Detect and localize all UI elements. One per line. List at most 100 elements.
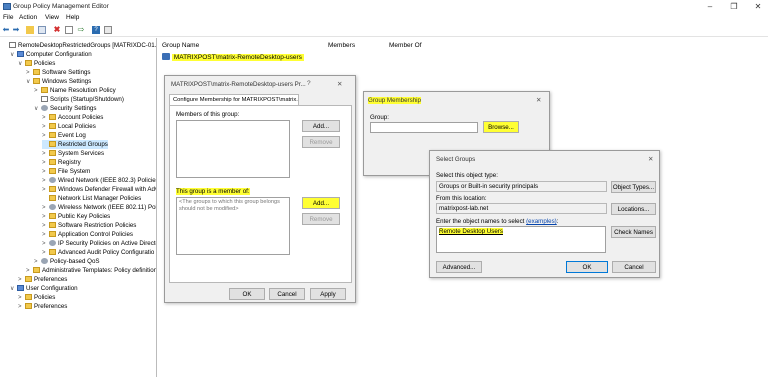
tree-item[interactable]: > Name Resolution Policy (34, 86, 116, 95)
menu-bar: File Action View Help (0, 13, 768, 23)
group-label: Group: (370, 114, 389, 121)
tree-item-label: Local Policies (58, 123, 96, 130)
tree-item[interactable]: > IP Security Policies on Active Directo (42, 239, 156, 248)
help-icon[interactable]: ? (92, 26, 100, 34)
export-list-icon[interactable]: ⇨ (77, 26, 85, 34)
tree-item[interactable]: > Registry (42, 158, 81, 167)
column-member-of[interactable]: Member Of (389, 42, 422, 49)
check-names-button[interactable]: Check Names (611, 226, 656, 238)
menu-action[interactable]: Action (19, 14, 37, 21)
tree-item-label: Software Settings (42, 69, 91, 76)
tree-item[interactable]: > Advanced Audit Policy Configuratio (42, 248, 154, 257)
forward-icon[interactable]: ➡ (12, 26, 20, 34)
tree-item[interactable]: > Wired Network (IEEE 802.3) Policies (42, 176, 157, 185)
view-icon[interactable] (104, 26, 112, 34)
tree-item[interactable]: > Event Log (42, 131, 86, 140)
tree-item-label: Public Key Policies (58, 213, 111, 220)
remove-member-of-button[interactable]: Remove (302, 213, 340, 225)
tree-item-label: Administrative Templates: Policy definit… (42, 267, 157, 274)
collapse-icon[interactable]: ∨ (34, 105, 41, 114)
advanced-button[interactable]: Advanced... (436, 261, 482, 273)
tree-item[interactable]: > Preferences (18, 302, 67, 311)
tree-item[interactable]: > Public Key Policies (42, 212, 110, 221)
tree-item[interactable]: > Software Restriction Policies (42, 221, 136, 230)
tree-item[interactable]: > Wireless Network (IEEE 802.11) Polic (42, 203, 156, 212)
collapse-icon[interactable]: ∨ (10, 51, 17, 60)
member-of-list[interactable]: <The groups to which this group belongs … (176, 197, 290, 255)
tree-item-label: Windows Settings (42, 78, 92, 85)
column-members[interactable]: Members (328, 42, 355, 49)
ok-button[interactable]: OK (229, 288, 265, 300)
members-list[interactable] (176, 120, 290, 178)
collapse-icon[interactable]: ∨ (26, 78, 33, 87)
collapse-icon[interactable]: ∨ (10, 285, 17, 294)
tree-item[interactable]: Restricted Groups (42, 140, 108, 149)
close-window-icon[interactable]: ✕ (752, 2, 764, 11)
locations-button[interactable]: Locations... (611, 203, 656, 215)
up-folder-icon[interactable] (26, 26, 34, 34)
remove-member-button[interactable]: Remove (302, 136, 340, 148)
object-types-button[interactable]: Object Types... (611, 181, 656, 193)
folder-icon (49, 141, 56, 147)
back-icon[interactable]: ⬅ (2, 26, 10, 34)
browse-button[interactable]: Browse... (483, 121, 519, 133)
collapse-icon[interactable]: ∨ (18, 60, 25, 69)
tree-item[interactable]: > Policies (18, 293, 55, 302)
menu-help[interactable]: Help (66, 14, 79, 21)
properties-icon[interactable] (65, 26, 73, 34)
group-name: MATRIXPOST\matrix-RemoteDesktop-users (171, 54, 304, 61)
close-icon[interactable]: ✕ (337, 80, 342, 88)
object-type-value: Groups or Built-in security principals (436, 181, 607, 192)
cancel-button[interactable]: Cancel (612, 261, 656, 273)
tree-item[interactable]: RemoteDesktopRestrictedGroups [MATRIXDC-… (2, 41, 156, 50)
tree-item[interactable]: > Account Policies (42, 113, 103, 122)
delete-icon[interactable]: ✖ (53, 26, 61, 34)
tree-item-label: Security Settings (50, 105, 97, 112)
tree-item[interactable]: ∨ User Configuration (10, 284, 78, 293)
tree-item[interactable]: > Windows Defender Firewall with Adv (42, 185, 156, 194)
tree-item[interactable]: > Preferences (18, 275, 67, 284)
tree-item[interactable]: > Application Control Policies (42, 230, 133, 239)
tree-item-label: Policies (34, 60, 56, 67)
group-input[interactable] (370, 122, 478, 133)
tree-item[interactable]: > Software Settings (26, 68, 91, 77)
examples-link[interactable]: (examples) (526, 218, 557, 225)
tree-item[interactable]: ∨ Windows Settings (26, 77, 91, 86)
tree-item[interactable]: > System Services (42, 149, 104, 158)
add-member-of-button[interactable]: Add... (302, 197, 340, 209)
tree-item-label: Preferences (34, 276, 68, 283)
computer-icon (17, 285, 24, 291)
tree-item[interactable]: ∨ Computer Configuration (10, 50, 92, 59)
tree-item-label: Wired Network (IEEE 802.3) Policies (58, 177, 157, 184)
tree-item[interactable]: > File System (42, 167, 90, 176)
close-icon[interactable]: ✕ (536, 96, 541, 104)
tree-item[interactable]: Network List Manager Policies (42, 194, 141, 203)
menu-file[interactable]: File (3, 14, 13, 21)
tree-item[interactable]: > Administrative Templates: Policy defini… (26, 266, 157, 275)
folder-icon (33, 78, 40, 84)
add-member-button[interactable]: Add... (302, 120, 340, 132)
tree-item-label: Advanced Audit Policy Configuratio (58, 249, 155, 256)
close-icon[interactable]: ✕ (648, 155, 653, 163)
list-item[interactable]: MATRIXPOST\matrix-RemoteDesktop-users (162, 53, 304, 62)
tree-item[interactable]: ∨ Policies (18, 59, 55, 68)
object-names-input[interactable]: Remote Desktop Users (436, 226, 606, 253)
minimize-icon[interactable]: – (704, 2, 716, 11)
tree-item[interactable]: > Local Policies (42, 122, 96, 131)
tree-item[interactable]: Scripts (Startup/Shutdown) (34, 95, 124, 104)
maximize-icon[interactable]: ❐ (728, 2, 740, 11)
tree-item[interactable]: > Policy-based QoS (34, 257, 100, 266)
expand-icon[interactable]: > (18, 303, 25, 312)
folder-icon (49, 213, 56, 219)
folder-icon (33, 69, 40, 75)
folder-icon (49, 195, 56, 201)
column-group-name[interactable]: Group Name (162, 42, 199, 49)
cancel-button[interactable]: Cancel (269, 288, 305, 300)
help-icon[interactable]: ? (307, 80, 311, 87)
apply-button[interactable]: Apply (310, 288, 346, 300)
tree-pane[interactable]: RemoteDesktopRestrictedGroups [MATRIXDC-… (0, 38, 157, 377)
menu-view[interactable]: View (45, 14, 59, 21)
show-hide-tree-icon[interactable] (38, 26, 46, 34)
ok-button[interactable]: OK (566, 261, 608, 273)
tree-item[interactable]: ∨ Security Settings (34, 104, 96, 113)
